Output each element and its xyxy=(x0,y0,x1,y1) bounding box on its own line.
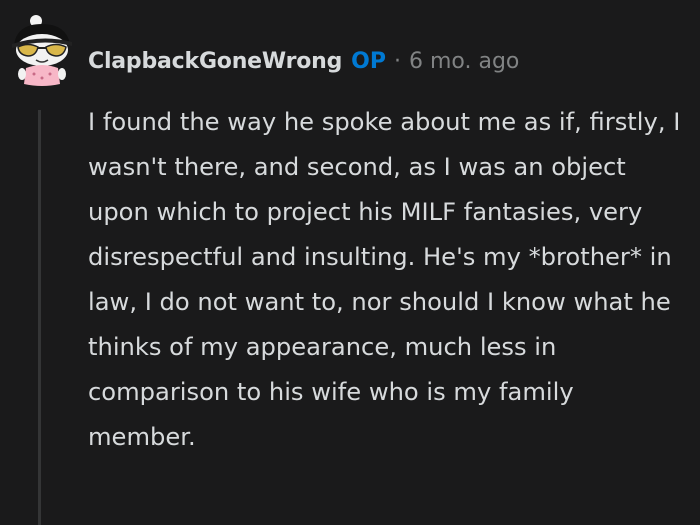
op-badge: OP xyxy=(351,49,386,74)
user-avatar-icon[interactable] xyxy=(6,12,76,88)
thread-collapse-line[interactable] xyxy=(38,110,41,525)
username-link[interactable]: ClapbackGoneWrong xyxy=(88,44,342,80)
separator-dot: · xyxy=(393,49,401,74)
comment-timestamp[interactable]: 6 mo. ago xyxy=(409,44,519,80)
comment-body: I found the way he spoke about me as if,… xyxy=(88,108,681,451)
comment-header: ClapbackGoneWrong OP · 6 mo. ago xyxy=(88,44,519,80)
comment: ClapbackGoneWrong OP · 6 mo. ago I found… xyxy=(0,0,700,525)
